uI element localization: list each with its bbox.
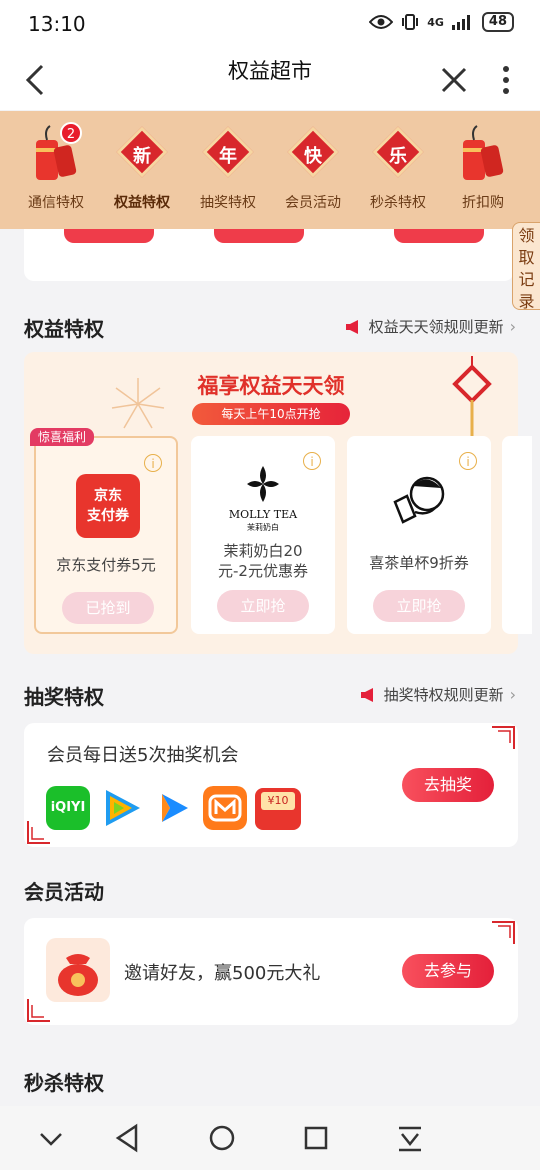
daily-time-pill: 每天上午10点开抢 [192, 403, 350, 425]
category-item[interactable]: 快会员活动 [270, 122, 356, 212]
daily-title: 福享权益天天领 [197, 374, 345, 398]
category-label: 权益特权 [114, 195, 170, 211]
category-label: 抽奖特权 [200, 195, 256, 211]
activity-card-text: 邀请好友，赢500元大礼 [124, 963, 321, 984]
info-icon[interactable]: i [144, 454, 162, 472]
rights-rule-link[interactable]: 权益天天领规则更新 › [345, 316, 516, 337]
category-item[interactable]: 新权益特权 [99, 122, 185, 212]
tencent-video-icon [106, 790, 140, 826]
coupon-name-line2: 元-2元优惠券 [218, 562, 308, 580]
activity-section-title: 会员活动 [24, 880, 104, 904]
eye-icon [369, 15, 394, 29]
youku-icon [162, 794, 188, 822]
diamond-char: 乐 [389, 146, 407, 167]
go-lottery-button[interactable]: 去抽奖 [402, 768, 494, 802]
notification-badge: 2 [60, 122, 82, 144]
battery-indicator: 48 [481, 12, 514, 32]
coupon-grab-button[interactable]: 立即抢 [217, 590, 309, 622]
corner-decor-icon [492, 726, 515, 749]
jd-pay-logo: 京东 支付券 [76, 474, 140, 538]
coupon-claimed-button[interactable]: 已抢到 [62, 592, 154, 624]
nav-recents-icon[interactable] [298, 1120, 334, 1156]
info-icon[interactable]: i [303, 452, 321, 470]
coupon-grab-button[interactable]: 立即抢 [373, 590, 465, 622]
category-label: 会员活动 [285, 195, 341, 211]
network-label: 4G [427, 15, 444, 29]
category-item[interactable]: 年抽奖特权 [185, 122, 271, 212]
firecracker-icon [457, 122, 509, 182]
coupon-name-line1: 茉莉奶白20 [223, 542, 303, 560]
rights-rule-text: 权益天天领规则更新 [368, 318, 504, 336]
category-label: 通信特权 [28, 195, 84, 211]
signal-icon [451, 15, 470, 30]
info-icon[interactable]: i [459, 452, 477, 470]
jd-logo-line2: 支付券 [87, 508, 129, 524]
more-menu-button[interactable] [496, 64, 516, 96]
heytea-logo-icon [393, 476, 445, 524]
jd-logo-line1: 京东 [94, 488, 122, 504]
megaphone-icon [360, 687, 373, 702]
category-item[interactable]: 2 通信特权 [13, 122, 99, 212]
iqiyi-icon: iQIYI [46, 786, 90, 830]
lottery-section-title: 抽奖特权 [24, 685, 104, 709]
lucky-bag-icon [46, 938, 110, 1002]
surprise-tag: 惊喜福利 [30, 428, 95, 446]
red-packet-icon: ¥10 [255, 788, 301, 830]
lottery-rule-link[interactable]: 抽奖特权规则更新 › [360, 684, 516, 705]
nav-home-icon[interactable] [204, 1120, 240, 1156]
diamond-char: 年 [219, 146, 237, 167]
molly-tea-flower-icon [247, 466, 279, 502]
lottery-rule-text: 抽奖特权规则更新 [383, 686, 504, 704]
molly-tea-logo-text: MOLLY TEA [228, 508, 298, 521]
coupon-card-heytea[interactable]: i 喜茶单杯9折券 立即抢 [347, 436, 491, 634]
firecracker-icon: 2 [30, 122, 82, 182]
festive-diamond-icon: 年 [202, 122, 254, 182]
category-label: 折扣购 [462, 195, 504, 211]
status-icons: 4G 48 [369, 12, 514, 32]
coupon-name: 京东支付券5元 [56, 556, 156, 574]
coupon-card-jd[interactable]: i 京东 支付券 京东支付券5元 已抢到 [34, 436, 178, 634]
status-time: 13:10 [28, 12, 86, 36]
join-activity-button[interactable]: 去参与 [402, 954, 494, 988]
chevron-down-icon[interactable] [33, 1120, 69, 1156]
vibrate-icon [402, 14, 419, 30]
festive-diamond-icon: 乐 [372, 122, 424, 182]
coupon-name: 喜茶单杯9折券 [369, 554, 469, 572]
coupon-card-peek [502, 436, 532, 634]
rights-section-title: 权益特权 [24, 317, 104, 341]
diamond-char: 快 [304, 146, 322, 167]
corner-decor-icon [492, 921, 515, 944]
nav-back-icon[interactable] [110, 1120, 146, 1156]
chevron-right-icon: › [509, 685, 516, 704]
megaphone-icon [345, 319, 358, 334]
mango-tv-icon [203, 786, 247, 830]
category-item[interactable]: 折扣购 [440, 122, 526, 212]
system-nav-bar [0, 1106, 540, 1170]
category-item[interactable]: 乐秒杀特权 [355, 122, 441, 212]
claim-record-tab[interactable]: 领取记录 [512, 222, 540, 311]
category-label: 秒杀特权 [370, 195, 426, 211]
festive-diamond-icon: 新 [116, 122, 168, 182]
previous-section-remnant [24, 229, 514, 281]
diamond-char: 新 [133, 146, 151, 167]
nav-notification-icon[interactable] [392, 1120, 428, 1156]
coupon-card-molly[interactable]: i MOLLY TEA 茉莉奶白 茉莉奶白20 元-2元优惠券 立即抢 [191, 436, 335, 634]
chevron-right-icon: › [509, 317, 516, 336]
flash-section-title: 秒杀特权 [24, 1071, 104, 1095]
close-button[interactable] [440, 66, 468, 94]
festive-diamond-icon: 快 [287, 122, 339, 182]
red-packet-amount: ¥10 [261, 792, 295, 810]
lottery-card-text: 会员每日送5次抽奖机会 [47, 745, 239, 766]
back-button[interactable] [22, 62, 50, 98]
molly-tea-logo-sub: 茉莉奶白 [247, 523, 279, 532]
